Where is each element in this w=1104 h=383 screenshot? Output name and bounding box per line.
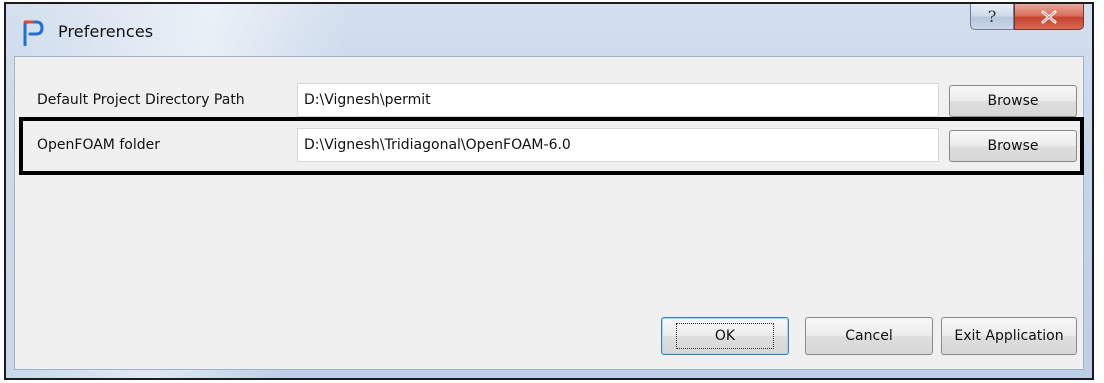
help-button[interactable]: ? bbox=[970, 4, 1014, 30]
exit-application-button[interactable]: Exit Application bbox=[941, 317, 1077, 355]
app-p-logo-icon bbox=[23, 20, 44, 46]
project-directory-label: Default Project Directory Path bbox=[37, 92, 245, 108]
help-icon: ? bbox=[987, 7, 997, 26]
dialog-body: Default Project Directory Path Browse Op… bbox=[14, 56, 1084, 370]
ok-button[interactable]: OK bbox=[661, 317, 789, 355]
cancel-button[interactable]: Cancel bbox=[805, 317, 933, 355]
window-title: Preferences bbox=[58, 22, 154, 41]
project-directory-input[interactable] bbox=[297, 83, 939, 117]
title-bar[interactable]: Preferences ? bbox=[6, 4, 1092, 56]
close-icon bbox=[1041, 10, 1057, 23]
ok-button-label: OK bbox=[675, 323, 775, 349]
preferences-dialog: Preferences ? Default Project Directory … bbox=[4, 2, 1094, 380]
close-button[interactable] bbox=[1014, 4, 1084, 30]
highlight-annotation-box bbox=[19, 117, 1084, 175]
project-directory-browse-button[interactable]: Browse bbox=[949, 85, 1077, 117]
